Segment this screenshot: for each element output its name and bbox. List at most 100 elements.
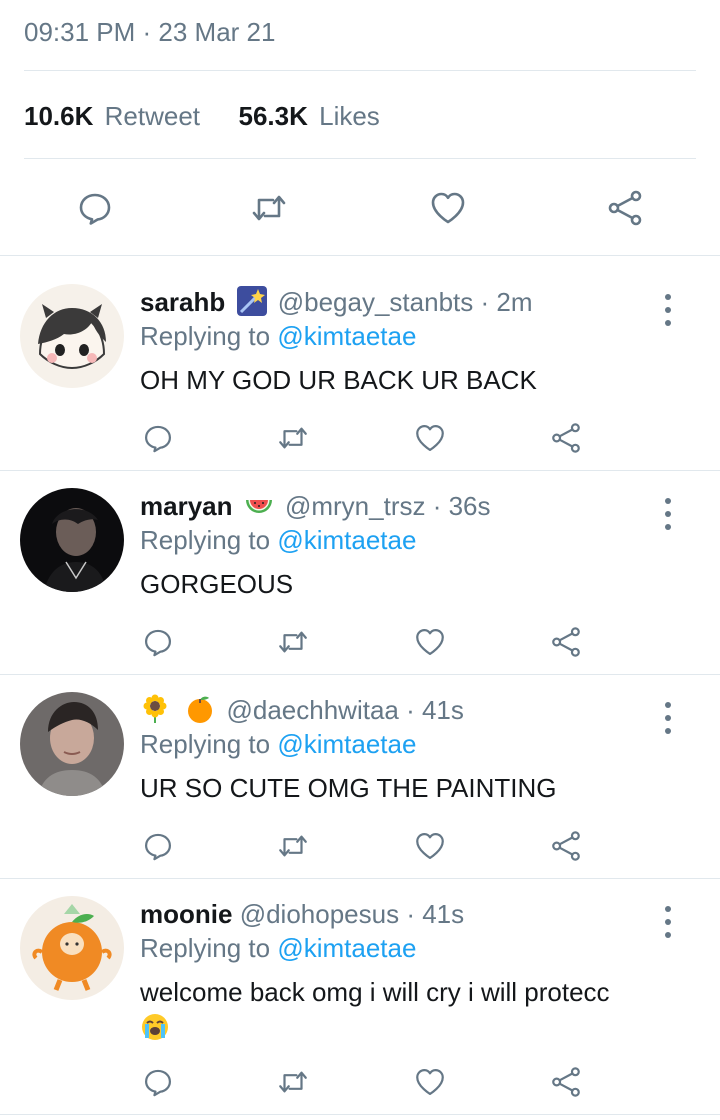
like-button[interactable] [410, 622, 450, 662]
likes-stat[interactable]: 56.3K Likes [238, 101, 379, 131]
reply-button[interactable] [138, 622, 178, 662]
replying-to: Replying to @kimtaetae [140, 930, 416, 966]
more-options-button[interactable] [656, 290, 680, 330]
reply-icon [144, 1069, 172, 1097]
replying-to-prefix: Replying to [140, 729, 271, 759]
user-handle[interactable]: @diohopesus [240, 899, 399, 929]
user-handle[interactable]: @mryn_trsz [285, 491, 426, 521]
retweet-count: 10.6K [24, 101, 94, 131]
more-options-button[interactable] [656, 902, 680, 942]
retweet-label: Retweet [104, 101, 201, 131]
reply-header: maryan @mryn_trsz · 36s [140, 488, 491, 524]
divider [24, 158, 696, 159]
avatar[interactable] [20, 284, 124, 388]
retweet-button[interactable] [246, 185, 292, 231]
user-handle[interactable]: @begay_stanbts [278, 287, 474, 317]
avatar[interactable] [20, 896, 124, 1000]
heart-icon [431, 192, 465, 224]
reply-icon [79, 193, 111, 225]
more-options-button[interactable] [656, 494, 680, 534]
reply-icon [144, 425, 172, 453]
divider [0, 674, 720, 675]
replying-to-mention[interactable]: @kimtaetae [277, 321, 416, 351]
like-button[interactable] [410, 826, 450, 866]
share-icon [552, 423, 580, 453]
share-button[interactable] [546, 418, 586, 458]
share-button[interactable] [546, 622, 586, 662]
retweet-button[interactable] [273, 418, 313, 458]
avatar[interactable] [20, 488, 124, 592]
reply-button[interactable] [138, 418, 178, 458]
share-button[interactable] [546, 1062, 586, 1102]
heart-icon [416, 628, 444, 656]
replying-to: Replying to @kimtaetae [140, 318, 416, 354]
reply-action-bar [0, 418, 720, 458]
heart-icon [416, 424, 444, 452]
reply-button[interactable] [138, 1062, 178, 1102]
display-name[interactable]: sarahb [140, 287, 225, 317]
retweet-button[interactable] [273, 1062, 313, 1102]
reply-header: @daechhwitaa · 41s [140, 692, 464, 728]
reply-action-bar [0, 1062, 720, 1102]
reply-button[interactable] [138, 826, 178, 866]
replying-to-prefix: Replying to [140, 933, 271, 963]
divider [24, 70, 696, 71]
divider [0, 1114, 720, 1115]
tangerine-emoji [185, 694, 215, 724]
replying-to: Replying to @kimtaetae [140, 522, 416, 558]
likes-count: 56.3K [238, 101, 308, 131]
reply-icon [144, 833, 172, 861]
retweet-button[interactable] [273, 622, 313, 662]
heart-icon [416, 1068, 444, 1096]
heart-icon [416, 832, 444, 860]
reply-time: · 41s [406, 899, 465, 929]
divider [0, 878, 720, 879]
retweet-stat[interactable]: 10.6K Retweet [24, 101, 207, 131]
replying-to-mention[interactable]: @kimtaetae [277, 525, 416, 555]
share-button[interactable] [602, 185, 648, 231]
retweet-icon [279, 631, 307, 653]
user-handle[interactable]: @daechhwitaa [226, 695, 398, 725]
reply-header: sarahb @begay_stanbts · 2m [140, 284, 533, 320]
tweet-timestamp: 09:31 PM · 23 Mar 21 [24, 17, 276, 47]
display-name[interactable]: maryan [140, 491, 233, 521]
share-icon [552, 1067, 580, 1097]
retweet-icon [252, 195, 286, 221]
reply-text: UR SO CUTE OMG THE PAINTING [140, 773, 557, 803]
reply-time: · 41s [406, 695, 464, 725]
reply-time: · 36s [432, 491, 491, 521]
replying-to-mention[interactable]: @kimtaetae [277, 729, 416, 759]
avatar[interactable] [20, 692, 124, 796]
replying-to: Replying to @kimtaetae [140, 726, 416, 762]
like-button[interactable] [410, 418, 450, 458]
replying-to-prefix: Replying to [140, 321, 271, 351]
sunflower-emoji [140, 694, 170, 724]
loudly-crying-face-emoji [140, 1012, 170, 1042]
likes-label: Likes [319, 101, 380, 131]
retweet-button[interactable] [273, 826, 313, 866]
share-button[interactable] [546, 826, 586, 866]
tweet-action-bar [0, 185, 720, 231]
replying-to-prefix: Replying to [140, 525, 271, 555]
share-icon [552, 627, 580, 657]
reply-action-bar [0, 826, 720, 866]
tweet-detail-page: 09:31 PM · 23 Mar 21 10.6K Retweet 56.3K… [0, 0, 720, 1120]
like-button[interactable] [425, 185, 471, 231]
divider [0, 470, 720, 471]
reply-action-bar [0, 622, 720, 662]
retweet-icon [279, 427, 307, 449]
reply-time: · 2m [480, 287, 533, 317]
like-button[interactable] [410, 1062, 450, 1102]
share-icon [608, 190, 642, 226]
shooting-star-emoji [236, 286, 267, 316]
reply-header: moonie @diohopesus · 41s [140, 896, 464, 932]
reply-text: welcome back omg i will cry i will prote… [140, 974, 700, 1046]
divider [0, 255, 720, 256]
share-icon [552, 831, 580, 861]
reply-text-content: welcome back omg i will cry i will prote… [140, 977, 610, 1007]
replying-to-mention[interactable]: @kimtaetae [277, 933, 416, 963]
display-name[interactable]: moonie [140, 899, 232, 929]
reply-button[interactable] [72, 185, 118, 231]
more-options-button[interactable] [656, 698, 680, 738]
reply-text: OH MY GOD UR BACK UR BACK [140, 365, 537, 395]
